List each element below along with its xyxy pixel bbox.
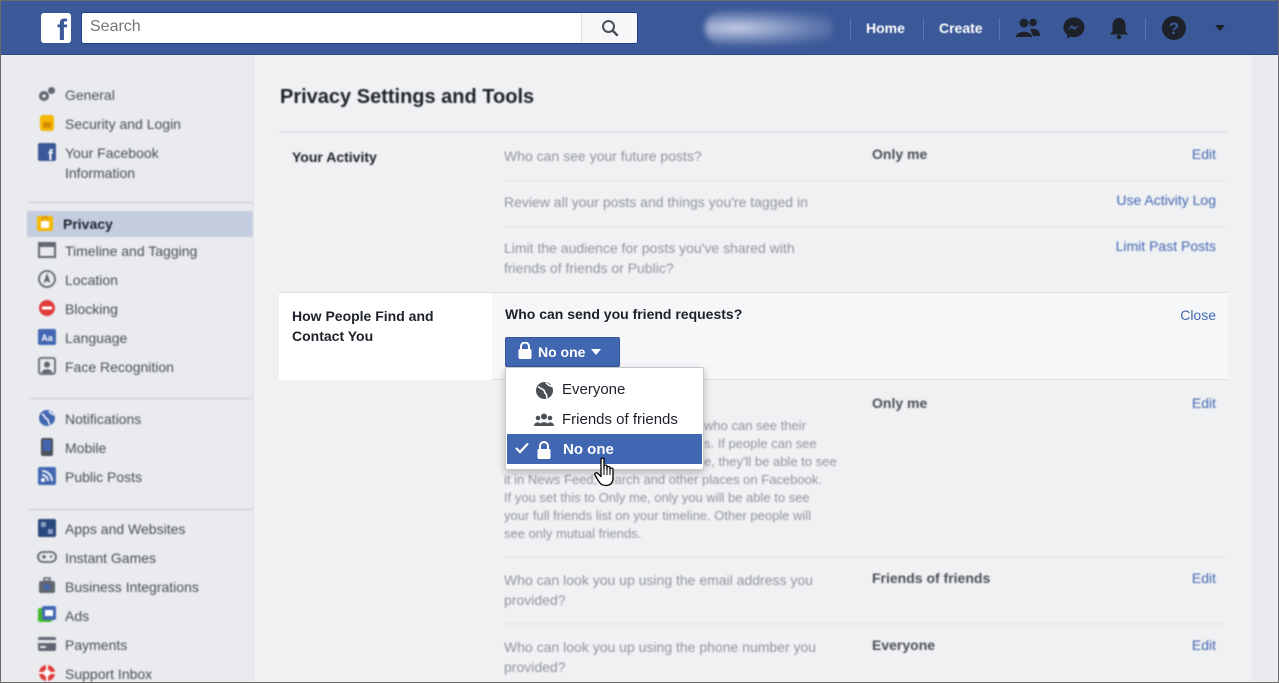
sidebar-group-apps: Apps and Websites Instant Games Business… xyxy=(29,519,253,682)
account-caret-icon[interactable] xyxy=(1206,14,1234,42)
blocking-icon xyxy=(37,299,57,317)
nav-divider xyxy=(1145,18,1146,40)
close-link[interactable]: Close xyxy=(1180,307,1216,323)
edit-link[interactable]: Edit xyxy=(1192,146,1216,162)
audience-dropdown-menu: Everyone Friends of friends No one xyxy=(505,367,704,470)
facebook-icon: f xyxy=(37,143,57,161)
section-label-cell: How People Find and Contact You xyxy=(279,293,492,380)
sidebar-item-timeline[interactable]: Timeline and Tagging xyxy=(29,241,253,270)
sidebar-item-business-integrations[interactable]: Business Integrations xyxy=(29,577,253,606)
edit-link[interactable]: Edit xyxy=(1192,570,1216,586)
search-input[interactable] xyxy=(82,13,582,41)
face-icon xyxy=(37,357,57,375)
sidebar-item-your-facebook-information[interactable]: f Your Facebook Information xyxy=(29,143,253,186)
section-label-your-activity: Your Activity xyxy=(292,149,377,165)
globe-icon xyxy=(37,409,57,427)
mobile-icon xyxy=(37,438,57,456)
sidebar-group-notifications: Notifications Mobile Public Posts xyxy=(29,409,253,496)
timeline-icon xyxy=(37,241,57,259)
audience-selector-button[interactable]: No one xyxy=(505,337,620,367)
sidebar-group-account: General Security and Login f Your Facebo… xyxy=(29,85,253,186)
audience-selected-label: No one xyxy=(538,344,586,360)
gear-icon xyxy=(37,85,57,103)
apps-icon xyxy=(37,519,57,537)
sidebar-item-security[interactable]: Security and Login xyxy=(29,114,253,143)
audience-option-everyone[interactable]: Everyone xyxy=(506,374,703,404)
use-activity-log-link[interactable]: Use Activity Log xyxy=(1116,192,1216,208)
support-icon xyxy=(37,664,57,682)
friends-icon xyxy=(534,410,554,430)
sidebar-item-mobile[interactable]: Mobile xyxy=(29,438,253,467)
sidebar-item-face-recognition[interactable]: Face Recognition xyxy=(29,357,253,386)
friend-requests-editor: How People Find and Contact You Who can … xyxy=(279,292,1228,380)
hand-cursor-icon xyxy=(593,457,617,490)
edit-link[interactable]: Edit xyxy=(1192,637,1216,653)
messenger-icon[interactable] xyxy=(1060,14,1088,42)
profile-link[interactable] xyxy=(705,11,833,45)
section-divider xyxy=(279,131,1227,133)
sidebar-divider xyxy=(29,398,253,399)
globe-icon xyxy=(534,380,554,400)
nav-divider xyxy=(923,18,924,40)
notifications-icon[interactable] xyxy=(1105,14,1133,42)
sidebar-item-payments[interactable]: Payments xyxy=(29,635,253,664)
lock-icon xyxy=(35,214,55,232)
sidebar-item-apps-websites[interactable]: Apps and Websites xyxy=(29,519,253,548)
limit-past-posts-link[interactable]: Limit Past Posts xyxy=(1116,238,1216,254)
language-icon: Aa xyxy=(37,328,57,346)
sidebar-divider xyxy=(29,202,253,203)
location-icon xyxy=(37,270,57,288)
setting-row-review-posts: Review all your posts and things you're … xyxy=(504,192,1226,227)
sidebar-item-support-inbox[interactable]: Support Inbox xyxy=(29,664,253,682)
friends-icon[interactable] xyxy=(1014,14,1042,42)
help-icon[interactable]: ? xyxy=(1160,14,1188,42)
setting-row-limit-past-posts: Limit the audience for posts you've shar… xyxy=(504,238,1216,276)
svg-text:Aa: Aa xyxy=(41,333,53,343)
create-link[interactable]: Create xyxy=(939,20,983,36)
sidebar-item-ads[interactable]: Ads xyxy=(29,606,253,635)
setting-row-phone-lookup: Who can look you up using the phone numb… xyxy=(504,637,1216,675)
sidebar-item-location[interactable]: Location xyxy=(29,270,253,299)
nav-divider xyxy=(850,18,851,40)
shield-icon xyxy=(37,114,57,132)
friend-requests-question: Who can send you friend requests? xyxy=(505,306,743,322)
sidebar-item-language[interactable]: Aa Language xyxy=(29,328,253,357)
search-button[interactable] xyxy=(581,13,637,43)
facebook-logo[interactable]: f xyxy=(41,13,71,46)
sidebar-divider xyxy=(29,509,253,510)
search-icon xyxy=(601,20,618,37)
edit-link[interactable]: Edit xyxy=(1192,395,1216,411)
browser-frame: f Home Create ? xyxy=(0,0,1279,683)
setting-row-email-lookup: Who can look you up using the email addr… xyxy=(504,570,1226,624)
sidebar-item-general[interactable]: General xyxy=(29,85,253,114)
checkmark-icon xyxy=(515,441,529,458)
chevron-down-icon xyxy=(591,349,602,355)
nav-divider xyxy=(999,18,1000,40)
sidebar-item-public-posts[interactable]: Public Posts xyxy=(29,467,253,496)
sidebar-item-privacy[interactable]: Privacy xyxy=(27,211,253,237)
page-title: Privacy Settings and Tools xyxy=(280,86,535,108)
home-link[interactable]: Home xyxy=(866,20,905,36)
search-box[interactable] xyxy=(81,12,638,44)
lock-icon xyxy=(534,440,554,460)
sidebar-item-notifications[interactable]: Notifications xyxy=(29,409,253,438)
payments-icon xyxy=(37,635,57,653)
games-icon xyxy=(37,548,57,566)
ads-icon xyxy=(37,606,57,624)
sidebar-item-blocking[interactable]: Blocking xyxy=(29,299,253,328)
rss-icon xyxy=(37,467,57,485)
svg-text:?: ? xyxy=(1169,19,1179,38)
sidebar-item-instant-games[interactable]: Instant Games xyxy=(29,548,253,577)
business-icon xyxy=(37,577,57,595)
setting-row-future-posts: Who can see your future posts? Only me E… xyxy=(504,146,1226,181)
lock-icon xyxy=(518,341,532,362)
section-label-find-contact: How People Find and Contact You xyxy=(292,308,434,344)
settings-sidebar: General Security and Login f Your Facebo… xyxy=(1,56,253,682)
sidebar-group-privacy: Privacy Timeline and Tagging Location Bl… xyxy=(27,211,253,386)
top-navigation-bar: f Home Create ? xyxy=(1,1,1278,55)
audience-option-friends-of-friends[interactable]: Friends of friends xyxy=(506,404,703,434)
